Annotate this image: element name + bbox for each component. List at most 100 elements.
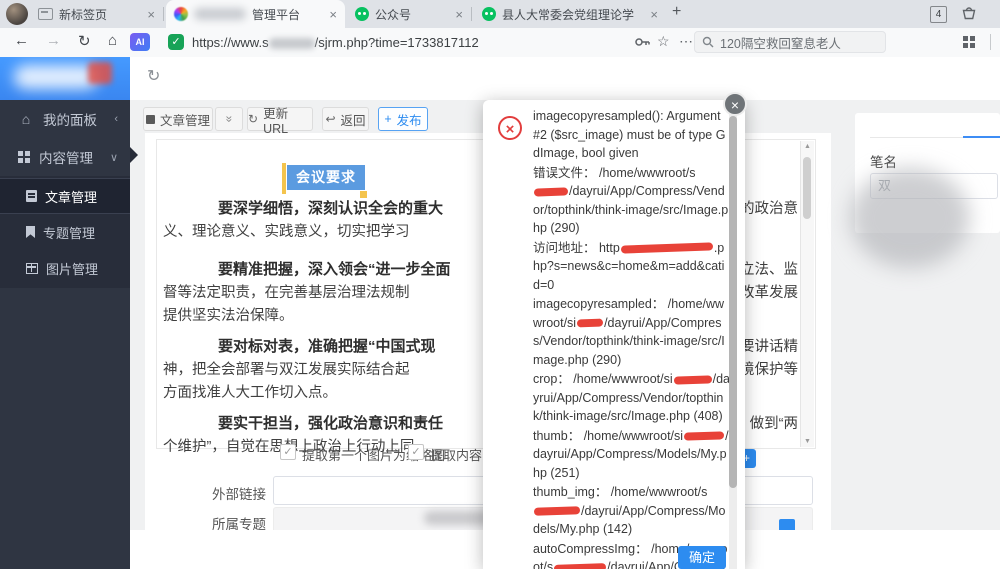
sidebar-item-topics[interactable]: 专题管理 (0, 214, 130, 250)
wechat-icon (482, 7, 496, 21)
apps-grid-icon[interactable] (963, 36, 968, 41)
external-link-label: 外部链接 (212, 487, 266, 502)
stack-trace-entry: imagecopyresampled： /home/wwwroot/si/day… (533, 297, 725, 367)
password-key-icon[interactable] (634, 34, 652, 55)
meeting-requirements-badge: 会议要求 (287, 165, 365, 190)
sidebar-item-label: 专题管理 (43, 225, 96, 241)
table-icon (26, 262, 38, 274)
sidebar-item-label: 图片管理 (46, 261, 99, 277)
update-url-button[interactable]: ↻ 更新URL (247, 107, 313, 136)
tab-official-account[interactable]: 公众号 × (347, 0, 471, 28)
tab-theory-study[interactable]: 县人大常委会党组理论学习中 × (474, 0, 666, 28)
plus-icon: + (384, 112, 392, 126)
address-bar[interactable]: https://www.s/sjrm.php?time=1733817112 (192, 35, 479, 50)
reload-icon[interactable]: ↻ (78, 32, 91, 50)
tab-admin-platform[interactable]: 管理平台 × (166, 0, 345, 28)
tab-close-icon[interactable]: × (455, 7, 463, 22)
publish-button[interactable]: + 发布 (378, 107, 428, 131)
new-tab-page-icon (38, 8, 53, 20)
ai-assistant-icon[interactable]: AI (130, 33, 150, 51)
redaction-scribble (673, 375, 712, 385)
button-label: 更新URL (263, 106, 289, 136)
basket-icon[interactable] (960, 4, 978, 27)
tab-count-badge[interactable]: 4 (930, 6, 947, 23)
redaction-scribble (620, 242, 713, 254)
back-button[interactable]: ↩ 返回 (322, 107, 369, 131)
url-tail: /sjrm.php?time=1733817112 (314, 35, 479, 50)
new-tab-button[interactable]: + (672, 3, 681, 21)
pen-name-label: 笔名 (870, 155, 897, 170)
error-dialog: × × imagecopyresampled(): Argument #2 ($… (483, 92, 747, 569)
dialog-scrollbar[interactable] (729, 114, 737, 569)
blurred-url-region (268, 38, 315, 50)
button-label: 发布 (396, 113, 422, 128)
blurred-smudge (850, 168, 970, 268)
security-shield-icon[interactable]: ✓ (168, 34, 184, 50)
button-label: 文章管理 (159, 113, 210, 128)
stack-trace-entry: 错误文件： /home/wwwroot/s/dayrui/App/Compres… (533, 165, 729, 236)
tab-new-tab-page[interactable]: 新标签页 × (30, 0, 163, 28)
sidebar-item-images[interactable]: 图片管理 (0, 250, 130, 286)
checkbox-label: 提取内容 (430, 448, 483, 463)
search-icon (702, 36, 714, 48)
scroll-up-icon[interactable]: ▲ (801, 143, 814, 150)
refresh-icon: ↻ (248, 112, 259, 126)
sidebar-item-dashboard[interactable]: ⌂ 我的面板 ‹ (0, 100, 130, 138)
search-query: 120隔空救回窒息老人 (720, 36, 841, 51)
home-icon: ⌂ (21, 111, 31, 127)
double-chevron-down-icon: » (222, 115, 236, 123)
sidebar-submenu: 文章管理 专题管理 图片管理 (0, 176, 130, 288)
stack-trace-entry: thumb： /home/wwwroot/si/dayrui/App/Compr… (533, 428, 729, 480)
article-manage-dropdown-button[interactable]: » (215, 107, 243, 131)
redaction-scribble (533, 506, 581, 517)
sidebar-item-label: 内容管理 (39, 151, 93, 166)
site-logo (0, 57, 130, 100)
tab-close-icon[interactable]: × (147, 7, 155, 22)
redaction-scribble (576, 318, 604, 328)
sidebar-item-label: 文章管理 (45, 189, 98, 205)
tab-close-icon[interactable]: × (650, 7, 658, 22)
active-tab-underline (963, 136, 1000, 138)
redaction-scribble (533, 187, 569, 197)
scrollbar-thumb[interactable] (729, 116, 737, 488)
extract-content-checkbox[interactable]: ✓ (408, 444, 424, 460)
avatar[interactable] (6, 3, 28, 25)
extract-first-image-checkbox[interactable]: ✓ (280, 444, 296, 460)
forward-icon[interactable]: → (46, 32, 61, 49)
admin-platform-favicon (174, 7, 188, 21)
error-headline: imagecopyresampled(): Argument #2 ($src_… (533, 109, 726, 160)
article-manage-button[interactable]: 文章管理 (143, 107, 213, 131)
sidebar-item-content[interactable]: 内容管理 ∨ (0, 138, 130, 176)
error-message: imagecopyresampled(): Argument #2 ($src_… (533, 107, 730, 569)
tab-bar: 新标签页 × 管理平台 × 公众号 × 县人大常委会党组理论学习中 × + 4 (0, 0, 1000, 28)
home-icon[interactable]: ⌂ (108, 32, 117, 49)
module-icon (145, 114, 155, 124)
sidebar-item-articles[interactable]: 文章管理 (0, 178, 130, 214)
pen-name-card: 笔名 双 (850, 113, 1000, 268)
tab-title: 县人大常委会党组理论学习中 (502, 7, 634, 22)
tab-close-icon[interactable]: × (329, 7, 337, 22)
content-header-strip: ↻ (130, 57, 1000, 100)
bookmark-icon (26, 226, 35, 238)
more-menu-icon[interactable]: ⋯ (679, 33, 693, 50)
document-icon (26, 190, 37, 202)
error-icon: × (498, 116, 522, 140)
confirm-button[interactable]: 确定 (678, 546, 726, 569)
toolbar-separator (990, 34, 991, 50)
browser-window: 新标签页 × 管理平台 × 公众号 × 县人大常委会党组理论学习中 × + 4 (0, 0, 1000, 569)
tab-title: 新标签页 (59, 7, 108, 22)
dialog-close-icon[interactable]: × (723, 92, 747, 116)
chevron-left-icon: ‹ (114, 113, 118, 125)
badge-accent-bar (282, 163, 286, 194)
stack-trace-entry: 访问地址： http .php?s=news&c=home&m=add&catid… (533, 240, 725, 292)
sidebar-item-label: 我的面板 (43, 113, 97, 128)
refresh-icon[interactable]: ↻ (147, 66, 160, 86)
search-box[interactable]: 120隔空救回窒息老人 (694, 31, 886, 53)
blurred-logo-text (14, 65, 98, 89)
tab-title: 公众号 (375, 7, 412, 22)
bookmark-star-icon[interactable]: ☆ (657, 33, 670, 50)
tab-separator (163, 7, 164, 21)
back-icon[interactable]: ← (14, 32, 29, 49)
tab-title: 管理平台 (252, 7, 301, 22)
grid-icon (18, 151, 30, 163)
